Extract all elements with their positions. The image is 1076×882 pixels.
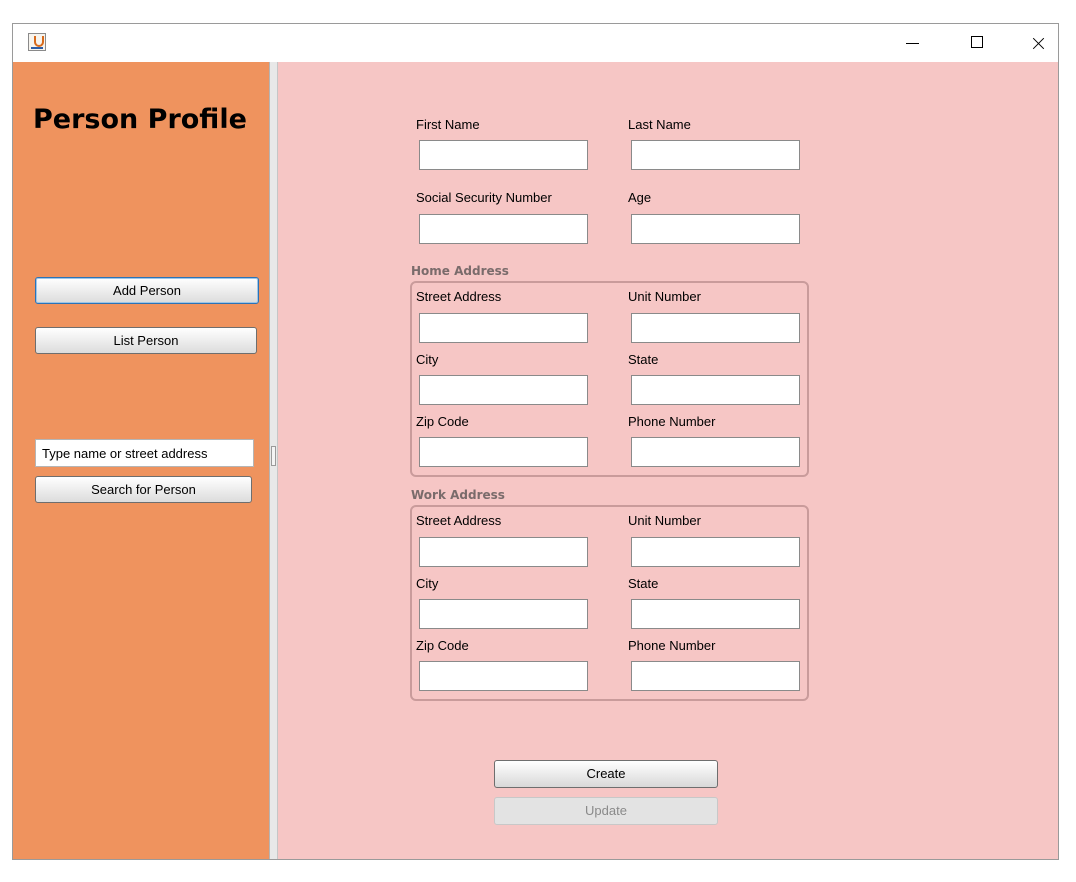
home-state-label: State [628,352,659,367]
list-person-button[interactable]: List Person [35,327,257,354]
split-pane-divider[interactable] [269,62,278,859]
home-phone-field[interactable] [631,437,800,467]
work-address-title: Work Address [411,488,505,502]
app-window: Person Profile Add Person List Person Se… [12,23,1059,860]
work-state-field[interactable] [631,599,800,629]
create-button[interactable]: Create [494,760,718,788]
update-button[interactable]: Update [494,797,718,825]
work-unit-field[interactable] [631,537,800,567]
work-unit-label: Unit Number [628,513,701,528]
home-street-label: Street Address [416,289,502,304]
person-form-panel: First Name Last Name Social Security Num… [278,62,1058,859]
search-for-person-button[interactable]: Search for Person [35,476,252,503]
home-zip-field[interactable] [419,437,588,467]
java-cup-icon [28,33,46,51]
home-phone-label: Phone Number [628,414,716,429]
work-zip-label: Zip Code [416,638,469,653]
age-label: Age [628,190,652,205]
home-unit-field[interactable] [631,313,800,343]
work-city-field[interactable] [419,599,588,629]
page-title: Person Profile [33,104,247,135]
title-bar[interactable] [13,24,1058,62]
work-city-label: City [416,576,439,591]
age-field[interactable] [631,214,800,244]
home-street-field[interactable] [419,313,588,343]
minimize-icon[interactable] [890,24,936,62]
home-address-title: Home Address [411,264,509,278]
work-state-label: State [628,576,659,591]
first-name-field[interactable] [419,140,588,170]
home-city-field[interactable] [419,375,588,405]
last-name-label: Last Name [628,117,691,132]
work-zip-field[interactable] [419,661,588,691]
home-unit-label: Unit Number [628,289,701,304]
splitter-grip-handle[interactable] [271,446,276,466]
first-name-label: First Name [416,117,480,132]
ssn-field[interactable] [419,214,588,244]
close-icon[interactable] [1015,24,1058,62]
search-input[interactable] [35,439,254,467]
add-person-button[interactable]: Add Person [35,277,259,304]
last-name-field[interactable] [631,140,800,170]
work-phone-label: Phone Number [628,638,716,653]
work-street-field[interactable] [419,537,588,567]
home-state-field[interactable] [631,375,800,405]
home-city-label: City [416,352,439,367]
ssn-label: Social Security Number [416,190,552,205]
work-phone-field[interactable] [631,661,800,691]
home-zip-label: Zip Code [416,414,469,429]
work-street-label: Street Address [416,513,502,528]
maximize-icon[interactable] [955,24,1001,62]
sidebar: Person Profile Add Person List Person Se… [13,62,269,859]
